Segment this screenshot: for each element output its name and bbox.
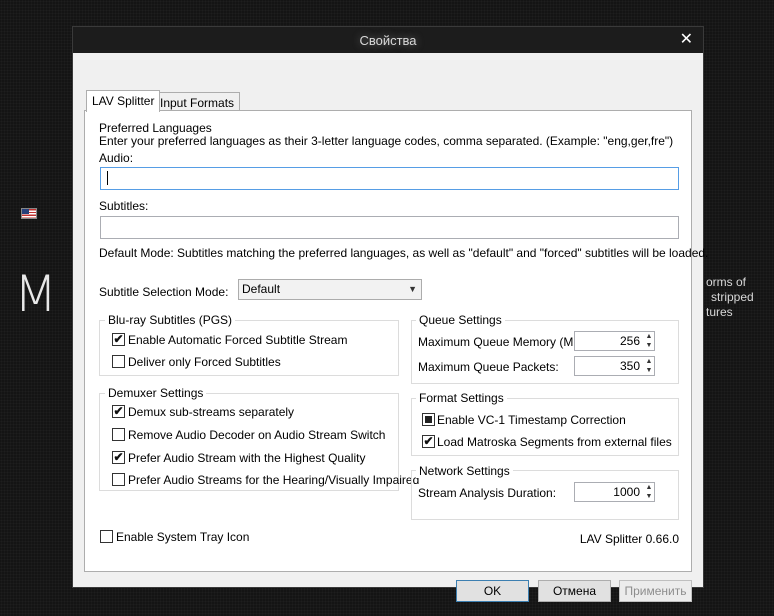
forced-only-label[interactable]: Deliver only Forced Subtitles (128, 355, 281, 369)
vc1-timestamp-checkbox[interactable] (422, 413, 435, 426)
demuxer-settings-title: Demuxer Settings (105, 386, 207, 400)
prefer-impaired-streams-label[interactable]: Prefer Audio Streams for the Hearing/Vis… (128, 473, 419, 487)
queue-memory-label: Maximum Queue Memory (MB): (418, 335, 589, 349)
subtitle-mode-select[interactable]: Default ▼ (238, 279, 422, 300)
checkmark-icon: ✔ (113, 332, 124, 346)
stream-analysis-label: Stream Analysis Duration: (418, 486, 557, 500)
subtitle-mode-value: Default (242, 282, 281, 296)
background-text-line: stripped (711, 290, 754, 304)
network-settings-title: Network Settings (416, 464, 513, 478)
forced-subtitle-stream-checkbox[interactable]: ✔ (112, 332, 125, 346)
background-text-line: orms of (706, 275, 747, 289)
stream-analysis-value: 1000 (613, 485, 640, 499)
ok-button[interactable]: OK (456, 580, 529, 602)
properties-dialog: Свойства ✕ LAV Splitter Input Formats Pr… (21, 26, 708, 602)
forced-only-checkbox[interactable] (112, 355, 125, 368)
audio-label: Audio: (99, 151, 134, 165)
spin-down-icon[interactable]: ▼ (644, 492, 654, 501)
subtitles-label: Subtitles: (99, 199, 149, 213)
close-button[interactable]: ✕ (680, 29, 693, 49)
apply-button[interactable]: Применить (619, 580, 692, 602)
format-settings-title: Format Settings (416, 391, 507, 405)
queue-packets-input[interactable]: 350 ▲ ▼ (574, 356, 655, 376)
tab-panel: Preferred Languages Enter your preferred… (21, 110, 708, 572)
audio-languages-input[interactable] (100, 167, 679, 190)
prefer-impaired-streams-checkbox[interactable] (112, 473, 125, 486)
remove-audio-decoder-label[interactable]: Remove Audio Decoder on Audio Stream Swi… (128, 428, 385, 442)
subtitle-mode-label: Subtitle Selection Mode: (99, 285, 229, 299)
vc1-timestamp-label[interactable]: Enable VC-1 Timestamp Correction (437, 413, 626, 427)
spin-down-icon[interactable]: ▼ (644, 366, 654, 375)
tab-input-formats[interactable]: Input Formats (154, 92, 241, 112)
background-letter: M (14, 265, 58, 323)
preferred-languages-description: Enter your preferred languages as their … (99, 134, 674, 148)
queue-settings-title: Queue Settings (416, 313, 505, 327)
subtitle-languages-input[interactable] (100, 216, 679, 239)
dialog-client: LAV Splitter Input Formats Preferred Lan… (21, 53, 708, 602)
queue-packets-label: Maximum Queue Packets: (418, 360, 559, 374)
demux-substreams-label[interactable]: Demux sub-streams separately (128, 405, 294, 419)
spin-up-icon[interactable]: ▲ (644, 483, 654, 492)
preferred-languages-heading: Preferred Languages (99, 121, 212, 135)
remove-audio-decoder-checkbox[interactable] (112, 428, 125, 441)
spin-down-icon[interactable]: ▼ (644, 341, 654, 350)
title-bar[interactable]: Свойства ✕ (73, 27, 703, 53)
language-flag-icon (21, 208, 37, 219)
system-tray-checkbox[interactable] (100, 530, 113, 543)
spin-up-icon[interactable]: ▲ (644, 332, 654, 341)
matroska-segments-checkbox[interactable]: ✔ (422, 434, 435, 448)
system-tray-label[interactable]: Enable System Tray Icon (116, 530, 249, 544)
tab-lav-splitter[interactable]: LAV Splitter (86, 90, 161, 112)
version-label: LAV Splitter 0.66.0 (579, 532, 679, 546)
queue-packets-value: 350 (619, 359, 640, 373)
queue-memory-input[interactable]: 256 ▲ ▼ (574, 331, 655, 351)
background-text-line: tures (706, 305, 733, 319)
chevron-down-icon: ▼ (408, 284, 417, 294)
forced-subtitle-stream-label[interactable]: Enable Automatic Forced Subtitle Stream (128, 333, 347, 347)
demux-substreams-checkbox[interactable]: ✔ (112, 404, 125, 418)
checkmark-icon: ✔ (113, 450, 124, 464)
checkmark-icon: ✔ (423, 434, 434, 448)
stream-analysis-input[interactable]: 1000 ▲ ▼ (574, 482, 655, 502)
default-mode-text: Default Mode: Subtitles matching the pre… (99, 246, 709, 260)
prefer-highest-quality-label[interactable]: Prefer Audio Stream with the Highest Qua… (128, 451, 365, 465)
bluray-subtitles-title: Blu-ray Subtitles (PGS) (105, 313, 236, 327)
spin-up-icon[interactable]: ▲ (644, 357, 654, 366)
matroska-segments-label[interactable]: Load Matroska Segments from external fil… (437, 435, 672, 449)
queue-memory-value: 256 (619, 334, 640, 348)
window-title: Свойства (359, 33, 417, 48)
prefer-highest-quality-checkbox[interactable]: ✔ (112, 450, 125, 464)
cancel-button[interactable]: Отмена (538, 580, 611, 602)
checkmark-icon: ✔ (113, 404, 124, 418)
